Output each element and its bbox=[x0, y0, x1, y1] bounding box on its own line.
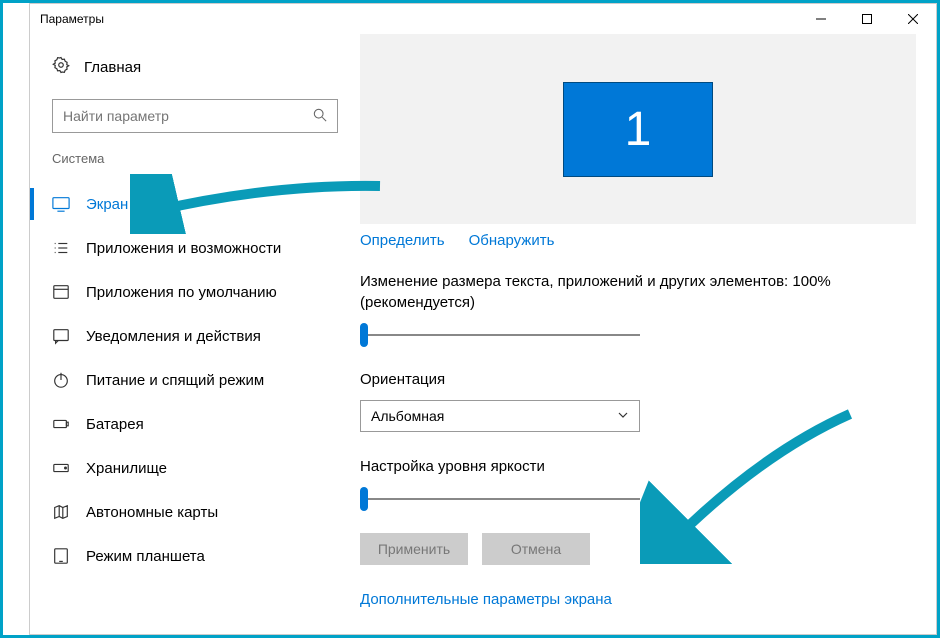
search-icon bbox=[313, 108, 327, 125]
titlebar: Параметры bbox=[30, 4, 936, 34]
search-input[interactable] bbox=[63, 108, 313, 124]
apply-button[interactable]: Применить bbox=[360, 533, 468, 565]
tablet-icon bbox=[52, 547, 70, 565]
gear-icon bbox=[52, 56, 70, 79]
nav-label: Хранилище bbox=[86, 460, 167, 477]
search-input-container[interactable] bbox=[52, 99, 338, 133]
main-panel: 1 Определить Обнаружить Изменение размер… bbox=[360, 34, 936, 634]
close-button[interactable] bbox=[890, 4, 936, 34]
sidebar-item-battery[interactable]: Батарея bbox=[30, 402, 360, 446]
sidebar-item-notifications[interactable]: Уведомления и действия bbox=[30, 314, 360, 358]
nav-label: Уведомления и действия bbox=[86, 328, 261, 345]
nav-label: Батарея bbox=[86, 416, 144, 433]
sidebar-item-display[interactable]: Экран bbox=[30, 182, 360, 226]
slider-thumb[interactable] bbox=[360, 323, 368, 347]
sidebar-item-apps[interactable]: Приложения и возможности bbox=[30, 226, 360, 270]
map-icon bbox=[52, 503, 70, 521]
slider-thumb[interactable] bbox=[360, 487, 368, 511]
orientation-dropdown[interactable]: Альбомная bbox=[360, 400, 640, 432]
sidebar-item-storage[interactable]: Хранилище bbox=[30, 446, 360, 490]
titlebar-controls bbox=[798, 4, 936, 34]
storage-icon bbox=[52, 459, 70, 477]
nav-label: Приложения по умолчанию bbox=[86, 284, 277, 301]
sidebar-item-maps[interactable]: Автономные карты bbox=[30, 490, 360, 534]
cancel-button[interactable]: Отмена bbox=[482, 533, 590, 565]
slider-track bbox=[360, 498, 640, 500]
chevron-down-icon bbox=[617, 408, 629, 424]
monitor-number: 1 bbox=[625, 102, 652, 157]
advanced-display-link[interactable]: Дополнительные параметры экрана bbox=[360, 591, 916, 608]
scale-slider[interactable] bbox=[360, 323, 640, 347]
monitor-icon bbox=[52, 195, 70, 213]
brightness-slider[interactable] bbox=[360, 487, 640, 511]
maximize-button[interactable] bbox=[844, 4, 890, 34]
list-icon bbox=[52, 239, 70, 257]
window-title: Параметры bbox=[40, 12, 104, 26]
display-preview: 1 bbox=[360, 34, 916, 224]
section-title: Система bbox=[30, 151, 360, 166]
home-nav[interactable]: Главная bbox=[30, 50, 360, 85]
defaults-icon bbox=[52, 283, 70, 301]
power-icon bbox=[52, 371, 70, 389]
sidebar-item-tablet[interactable]: Режим планшета bbox=[30, 534, 360, 578]
settings-window: Параметры bbox=[29, 3, 937, 635]
battery-icon bbox=[52, 415, 70, 433]
slider-track bbox=[360, 334, 640, 336]
identify-link[interactable]: Определить bbox=[360, 232, 445, 249]
nav-label: Приложения и возможности bbox=[86, 240, 281, 257]
scale-label: Изменение размера текста, приложений и д… bbox=[360, 271, 840, 313]
detect-link[interactable]: Обнаружить bbox=[469, 232, 555, 249]
sidebar: Главная Система Экран bbox=[30, 34, 360, 634]
notification-icon bbox=[52, 327, 70, 345]
minimize-button[interactable] bbox=[798, 4, 844, 34]
nav-label: Режим планшета bbox=[86, 548, 205, 565]
sidebar-item-default-apps[interactable]: Приложения по умолчанию bbox=[30, 270, 360, 314]
dropdown-value: Альбомная bbox=[371, 408, 444, 424]
orientation-label: Ориентация bbox=[360, 369, 916, 390]
brightness-label: Настройка уровня яркости bbox=[360, 456, 916, 477]
monitor-tile[interactable]: 1 bbox=[563, 82, 713, 177]
nav-label: Экран bbox=[86, 196, 128, 213]
home-label: Главная bbox=[84, 59, 141, 76]
nav-label: Автономные карты bbox=[86, 504, 218, 521]
nav-label: Питание и спящий режим bbox=[86, 372, 264, 389]
sidebar-item-power[interactable]: Питание и спящий режим bbox=[30, 358, 360, 402]
